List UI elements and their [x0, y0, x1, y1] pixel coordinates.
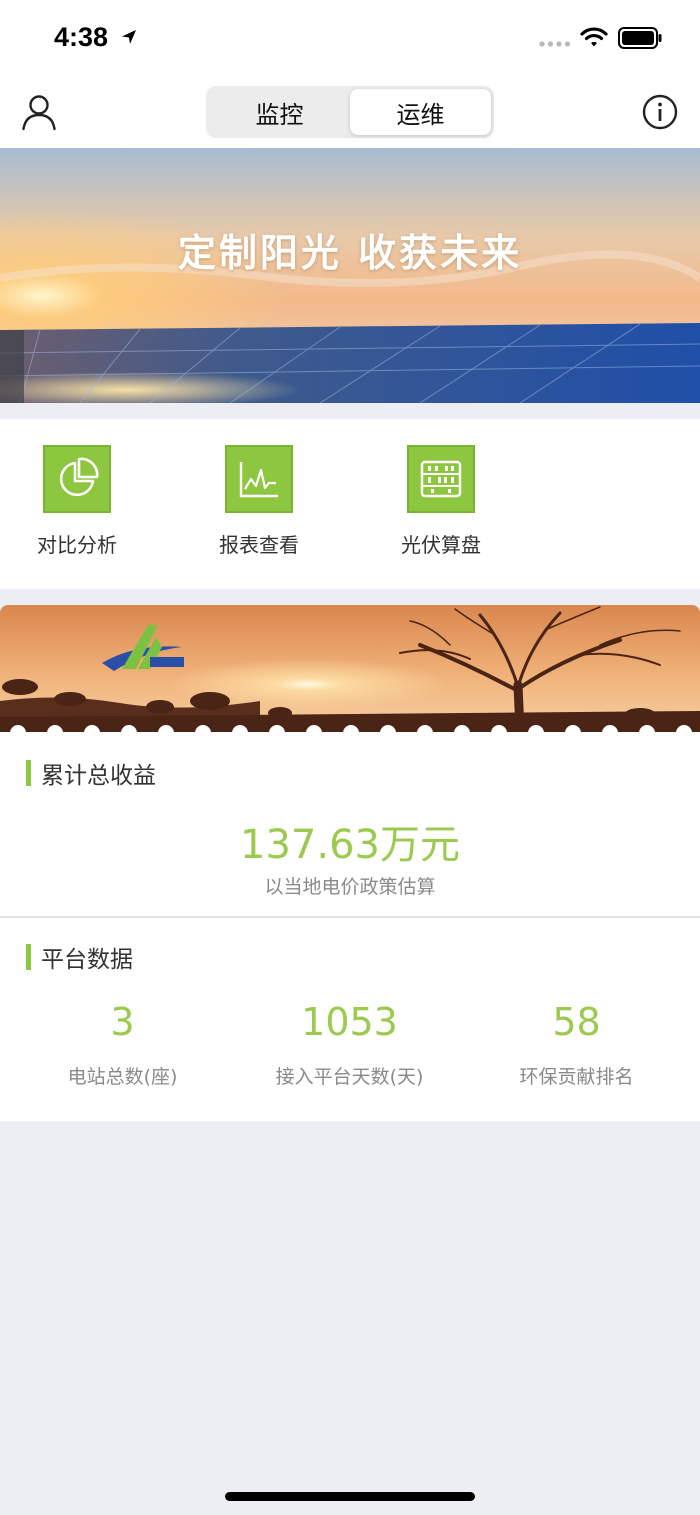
line-chart-icon	[225, 445, 293, 513]
total-revenue-card: 累计总收益 137.63万元 以当地电价政策估算	[0, 732, 700, 916]
nav-bar: 监控 运维	[0, 76, 700, 148]
stat-label: 环保贡献排名	[519, 1066, 634, 1088]
stat-platform-days: 1053 接入平台天数(天)	[233, 1000, 466, 1089]
sunset-header-image	[0, 605, 700, 733]
status-time: 4:38	[54, 22, 109, 52]
location-arrow-icon	[122, 30, 136, 44]
revenue-title: 累计总收益	[26, 756, 156, 790]
platform-title-text: 平台数据	[41, 947, 133, 973]
mode-segmented-control: 监控 运维	[206, 86, 494, 138]
revenue-value: 137.63万元	[240, 822, 460, 868]
abacus-icon	[407, 445, 475, 513]
platform-data-card: 平台数据 3 电站总数(座) 1053 接入平台天数(天) 58 环保贡献排名	[0, 918, 700, 1121]
info-icon[interactable]	[642, 94, 678, 130]
solar-banner[interactable]: 定制阳光 收获未来	[0, 148, 700, 403]
stat-eco-ranking: 58 环保贡献排名	[460, 1000, 693, 1089]
section-marker	[26, 760, 31, 786]
stat-value: 1053	[301, 1000, 398, 1044]
signal-icon	[539, 41, 571, 47]
home-indicator[interactable]	[225, 1492, 475, 1501]
stat-station-count: 3 电站总数(座)	[6, 1000, 239, 1089]
menu-label: 报表查看	[219, 533, 299, 557]
banner-slogan: 定制阳光 收获未来	[177, 230, 523, 275]
menu-item-reports[interactable]: 报表查看	[194, 445, 324, 558]
status-bar: 4:38	[0, 0, 700, 76]
battery-icon	[618, 27, 662, 49]
stat-value: 3	[110, 1000, 135, 1044]
revenue-title-text: 累计总收益	[41, 763, 156, 789]
platform-title: 平台数据	[26, 940, 133, 974]
stat-label: 电站总数(座)	[67, 1066, 178, 1088]
menu-item-pv-abacus[interactable]: 光伏算盘	[376, 445, 506, 558]
pie-chart-icon	[43, 445, 111, 513]
menu-label: 光伏算盘	[401, 533, 481, 557]
menu-label: 对比分析	[37, 533, 117, 557]
user-profile-icon[interactable]	[20, 93, 58, 131]
section-marker	[26, 944, 31, 970]
revenue-note: 以当地电价政策估算	[264, 876, 436, 898]
tab-maintenance[interactable]: 运维	[350, 89, 491, 135]
menu-item-compare-analysis[interactable]: 对比分析	[12, 445, 142, 558]
tab-monitor[interactable]: 监控	[209, 89, 350, 135]
stat-value: 58	[552, 1000, 601, 1044]
stat-label: 接入平台天数(天)	[275, 1066, 424, 1088]
wifi-icon	[580, 27, 608, 47]
quick-menu: 对比分析 报表查看 光伏算盘	[0, 419, 700, 589]
